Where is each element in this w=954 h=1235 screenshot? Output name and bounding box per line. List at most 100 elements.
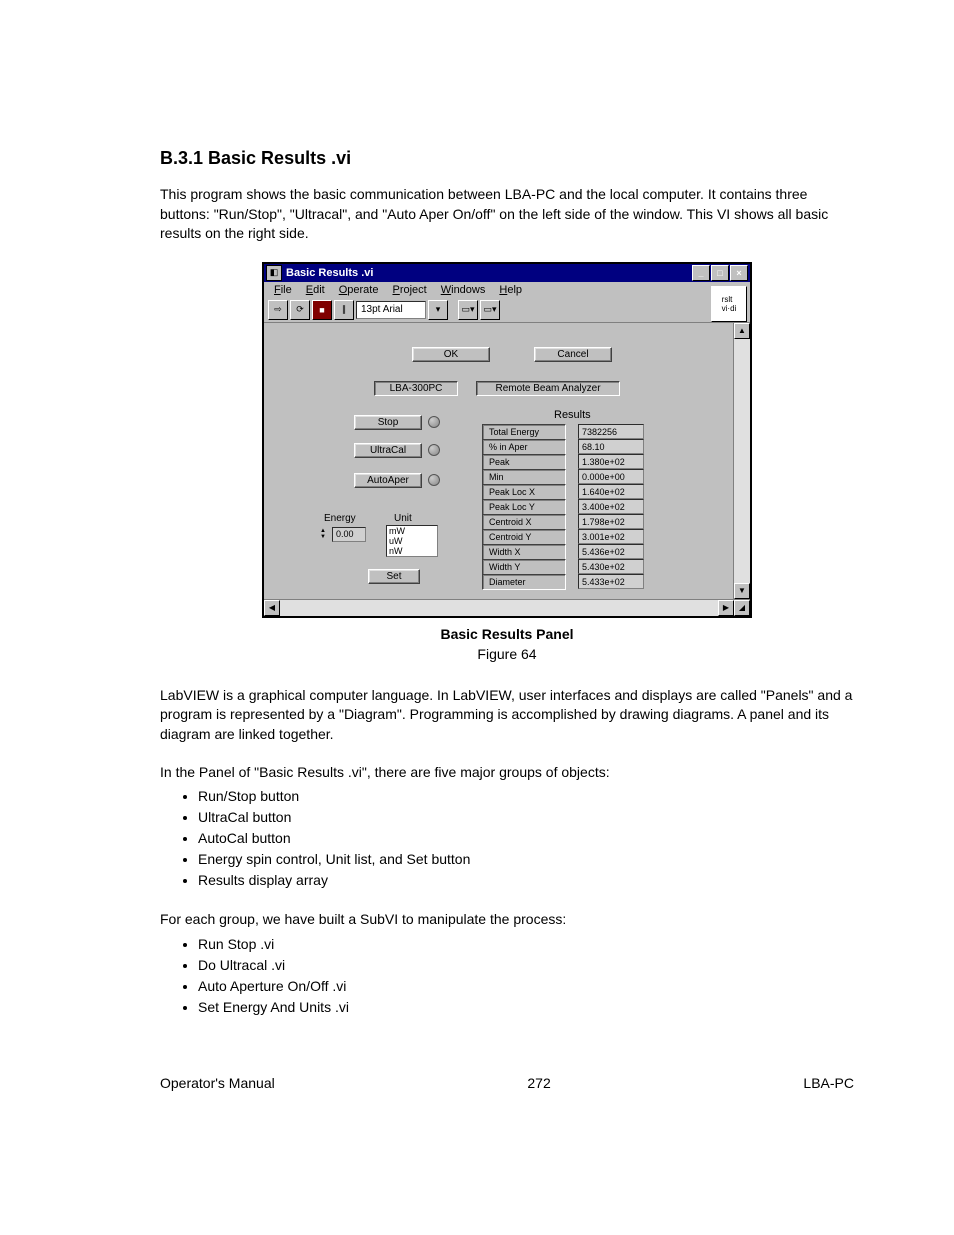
minimize-button[interactable]: _ [692, 265, 710, 281]
list-item: Energy spin control, Unit list, and Set … [198, 851, 854, 867]
list-item: Run Stop .vi [198, 936, 854, 952]
menu-help[interactable]: Help [493, 283, 528, 297]
toolbar: ⇨ ⟳ ■ ∥ 13pt Arial ▾ ▭▾ ▭▾ [264, 298, 750, 323]
device-desc-label: Remote Beam Analyzer [476, 381, 620, 396]
list-item: UltraCal button [198, 809, 854, 825]
client-area: ▲ ▼ OK Cancel LBA-300PC Remote Beam Anal… [264, 323, 750, 599]
footer-right: LBA-PC [803, 1075, 854, 1091]
resize-grip-icon[interactable]: ◢ [734, 600, 750, 616]
figure-number: Figure 64 [160, 646, 854, 662]
page-footer: Operator's Manual 272 LBA-PC [160, 1075, 854, 1091]
close-button[interactable]: × [730, 265, 748, 281]
groups-list: Run/Stop button UltraCal button AutoCal bu… [198, 788, 854, 888]
run-cont-icon[interactable]: ⟳ [290, 300, 310, 320]
set-button[interactable]: Set [368, 569, 420, 584]
result-row: Peak1.380e+02 [482, 455, 644, 469]
result-value: 3.400e+02 [578, 499, 644, 514]
maximize-button[interactable]: □ [711, 265, 729, 281]
vertical-scrollbar[interactable]: ▲ ▼ [733, 323, 750, 599]
result-value: 5.433e+02 [578, 574, 644, 589]
vi-icon[interactable]: rsltvi·di [711, 286, 747, 322]
font-selector[interactable]: 13pt Arial [356, 301, 426, 319]
result-label: Diameter [482, 574, 566, 590]
menu-operate[interactable]: Operate [333, 283, 385, 297]
result-label: Width X [482, 544, 566, 560]
result-row: % in Aper 68.10 [482, 440, 644, 454]
autoaper-button[interactable]: AutoAper [354, 473, 422, 488]
align-icon[interactable]: ▭▾ [458, 300, 478, 320]
stop-button[interactable]: Stop [354, 415, 422, 430]
result-row: Diameter 5.433e+02 [482, 575, 644, 589]
result-label: % in Aper [482, 439, 566, 455]
scroll-right-icon[interactable]: ▶ [718, 600, 734, 616]
horizontal-scrollbar[interactable]: ◀ ▶ ◢ [264, 599, 750, 616]
result-row: Centroid Y3.001e+02 [482, 530, 644, 544]
unit-option-uw[interactable]: uW [387, 536, 437, 546]
ok-button[interactable]: OK [412, 347, 490, 362]
energy-label: Energy [324, 513, 356, 524]
autoaper-led-icon [428, 474, 440, 486]
result-label: Total Energy [482, 424, 566, 440]
footer-page-number: 272 [527, 1075, 550, 1091]
footer-left: Operator's Manual [160, 1075, 275, 1091]
unit-listbox[interactable]: mW uW nW [386, 525, 438, 557]
list-item: Results display array [198, 872, 854, 888]
unit-option-nw[interactable]: nW [387, 546, 437, 556]
menubar: File Edit Operate Project Windows Help [264, 282, 750, 298]
unit-label: Unit [394, 513, 412, 524]
abort-icon[interactable]: ■ [312, 300, 332, 320]
list-item: Run/Stop button [198, 788, 854, 804]
result-value: 68.10 [578, 439, 644, 454]
run-icon[interactable]: ⇨ [268, 300, 288, 320]
result-label: Peak [482, 454, 566, 470]
result-label: Peak Loc X [482, 484, 566, 500]
result-label: Centroid Y [482, 529, 566, 545]
pause-icon[interactable]: ∥ [334, 300, 354, 320]
result-value: 7382256 [578, 424, 644, 439]
ultracal-button[interactable]: UltraCal [354, 443, 422, 458]
result-row: Width Y 5.430e+02 [482, 560, 644, 574]
energy-field[interactable]: 0.00 [332, 527, 366, 542]
result-label: Width Y [482, 559, 566, 575]
device-label: LBA-300PC [374, 381, 458, 396]
scroll-left-icon[interactable]: ◀ [264, 600, 280, 616]
list-item: AutoCal button [198, 830, 854, 846]
stop-led-icon [428, 416, 440, 428]
energy-spinner[interactable]: ▲▼ [320, 528, 326, 540]
scroll-down-icon[interactable]: ▼ [734, 583, 750, 599]
paragraph-4: For each group, we have built a SubVI to… [160, 910, 854, 930]
intro-paragraph: This program shows the basic communicati… [160, 185, 854, 244]
results-title: Results [554, 409, 591, 421]
subvi-list: Run Stop .viDo Ultracal .viAuto Aperture… [198, 936, 854, 1015]
list-item: Set Energy And Units .vi [198, 999, 854, 1015]
cancel-button[interactable]: Cancel [534, 347, 612, 362]
screenshot: ◧ Basic Results .vi _ □ × File Edit Oper… [262, 262, 752, 618]
scroll-up-icon[interactable]: ▲ [734, 323, 750, 339]
result-label: Centroid X [482, 514, 566, 530]
result-value: 5.436e+02 [578, 544, 644, 559]
section-heading: B.3.1 Basic Results .vi [160, 148, 854, 169]
result-value: 1.798e+02 [578, 514, 644, 529]
menu-project[interactable]: Project [386, 283, 432, 297]
list-item: Do Ultracal .vi [198, 957, 854, 973]
result-row: Width X 5.436e+02 [482, 545, 644, 559]
paragraph-2: LabVIEW is a graphical computer language… [160, 686, 854, 745]
result-label: Min [482, 469, 566, 485]
result-value: 0.000e+00 [578, 469, 644, 484]
dropdown-icon[interactable]: ▾ [428, 300, 448, 320]
menu-edit[interactable]: Edit [300, 283, 331, 297]
result-row: Peak Loc Y 3.400e+02 [482, 500, 644, 514]
window-title: Basic Results .vi [286, 267, 692, 279]
ultracal-led-icon [428, 444, 440, 456]
result-row: Total Energy 7382256 [482, 425, 644, 439]
result-label: Peak Loc Y [482, 499, 566, 515]
menu-file[interactable]: File [268, 283, 298, 297]
window-titlebar: ◧ Basic Results .vi _ □ × [264, 264, 750, 282]
distribute-icon[interactable]: ▭▾ [480, 300, 500, 320]
menu-windows[interactable]: Windows [435, 283, 492, 297]
unit-option-mw[interactable]: mW [387, 526, 437, 536]
result-value: 5.430e+02 [578, 559, 644, 574]
result-row: Peak Loc X1.640e+02 [482, 485, 644, 499]
result-row: Min 0.000e+00 [482, 470, 644, 484]
labview-icon: ◧ [266, 265, 282, 281]
